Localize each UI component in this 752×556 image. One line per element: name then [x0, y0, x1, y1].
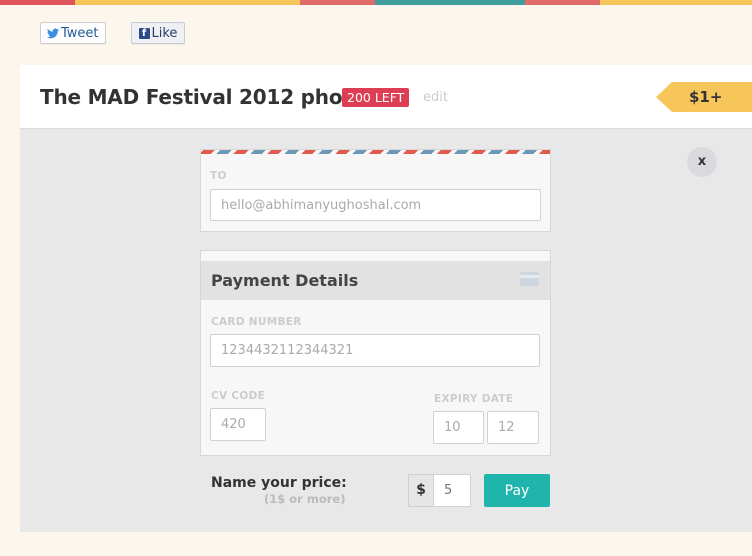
social-buttons: Tweet f Like: [40, 22, 186, 44]
name-price-label: Name your price:: [211, 475, 347, 491]
card-header: The MAD Festival 2012 photos 200 LEFT ed…: [20, 65, 752, 129]
card-number-field[interactable]: [210, 334, 540, 367]
close-button[interactable]: x: [687, 147, 717, 177]
payment-details-panel: Payment Details CARD NUMBER CV CODE EXPI…: [200, 250, 551, 456]
price-tag-label: $1+: [672, 82, 752, 112]
tweet-button[interactable]: Tweet: [40, 22, 106, 44]
edit-link[interactable]: edit: [423, 90, 448, 105]
payment-title: Payment Details: [211, 271, 359, 290]
stripe-segment: [75, 0, 300, 5]
payment-header: Payment Details: [201, 261, 550, 300]
email-field[interactable]: [210, 189, 541, 221]
facebook-icon: f: [138, 27, 150, 39]
page-title: The MAD Festival 2012 photos: [40, 85, 377, 109]
to-label: TO: [210, 170, 227, 182]
credit-card-icon: [520, 272, 539, 286]
cv-code-label: CV CODE: [211, 390, 266, 402]
like-label: Like: [151, 25, 178, 41]
airmail-border: [201, 150, 550, 154]
stripe-segment: [300, 0, 375, 5]
expiry-year-field[interactable]: [487, 411, 539, 444]
stripe-segment: [375, 0, 525, 5]
minimum-price-note: (1$ or more): [264, 492, 346, 506]
stripe-segment: [525, 0, 600, 5]
twitter-bird-icon: [47, 28, 59, 38]
stock-badge: 200 LEFT: [342, 88, 410, 107]
expiry-date-label: EXPIRY DATE: [434, 393, 514, 405]
recipient-panel: TO: [200, 149, 551, 232]
expiry-month-field[interactable]: [433, 411, 484, 444]
price-tag: $1+: [656, 82, 752, 112]
price-tag-arrow: [656, 82, 672, 112]
cv-code-field[interactable]: [210, 408, 266, 441]
stripe-segment: [0, 0, 75, 5]
currency-addon: $: [408, 474, 433, 507]
pay-button[interactable]: Pay: [484, 474, 550, 507]
tweet-label: Tweet: [61, 25, 99, 41]
card-number-label: CARD NUMBER: [211, 316, 302, 328]
product-card: The MAD Festival 2012 photos 200 LEFT ed…: [20, 65, 752, 532]
top-color-stripe: [0, 0, 752, 5]
like-button[interactable]: f Like: [130, 22, 186, 44]
stripe-segment: [600, 0, 752, 5]
price-amount-field[interactable]: [433, 474, 471, 507]
